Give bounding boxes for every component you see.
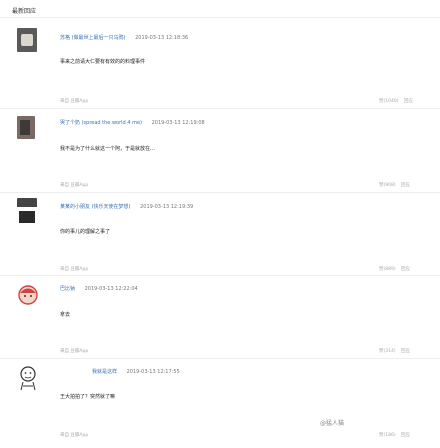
watermark: @猛人猫 (320, 420, 345, 427)
comment-divider (0, 192, 440, 193)
commenter-name[interactable]: 巴比钠 (60, 286, 75, 292)
comment-divider (0, 358, 440, 359)
avatar[interactable] (17, 198, 37, 226)
like-button[interactable]: 赞(1040) (379, 99, 398, 104)
comment-source: 来自 豆瓣App (60, 267, 89, 272)
commenter-name[interactable]: 某某的小朋友 (快乐天使在梦想) (60, 204, 131, 210)
comment-time: 2019-03-13 12:22:04 (84, 286, 138, 292)
like-button[interactable]: 赞(908) (379, 183, 396, 188)
like-button[interactable]: 赞(889) (379, 267, 396, 272)
avatar[interactable] (17, 28, 37, 52)
like-button[interactable]: 赞(314) (379, 349, 396, 354)
comment-text: 我不是为了什么就这一个阿，于是就放在… (60, 146, 156, 152)
like-button[interactable]: 赞(186) (379, 433, 396, 438)
comment-source: 来自 豆瓣App (60, 99, 89, 104)
reply-button[interactable]: 回应 (401, 433, 410, 438)
comment-source: 来自 豆瓣App (60, 183, 89, 188)
section-title: 最新回应 (12, 8, 37, 15)
reply-button[interactable]: 回应 (401, 267, 410, 272)
header-divider (0, 17, 440, 18)
commenter-name[interactable]: 哭了个奶 (spread the world 4 me) (60, 120, 142, 126)
commenter-name[interactable]: 我就是这样 (92, 369, 117, 375)
comment-divider (0, 108, 440, 109)
comment-text: 事来之前请大仁要有有效的的料理事件 (60, 59, 146, 65)
reply-button[interactable]: 回应 (404, 99, 413, 104)
comment-text: 你的事儿的理解之事了 (60, 229, 111, 235)
comment-time: 2019-03-13 12:19:39 (140, 204, 194, 210)
comment-time: 2019-03-13 12:19:08 (151, 120, 205, 126)
avatar[interactable] (17, 364, 39, 392)
comment-text: 拿去 (60, 312, 71, 318)
reply-button[interactable]: 回应 (401, 183, 410, 188)
comment-source: 来自 豆瓣App (60, 433, 89, 438)
avatar[interactable] (17, 282, 39, 308)
reply-button[interactable]: 回应 (401, 349, 410, 354)
avatar[interactable] (17, 116, 35, 139)
comment-divider (0, 275, 440, 276)
comment-text: 王大拍拍了？突然就了嘛 (60, 394, 116, 400)
commenter-name[interactable]: 苏格 (做最世上最后一只乌鸦) (60, 35, 126, 41)
comment-time: 2019-03-13 12:18:36 (135, 35, 189, 41)
comment-source: 来自 豆瓣App (60, 349, 89, 354)
comment-time: 2019-03-13 12:17:55 (126, 369, 180, 375)
